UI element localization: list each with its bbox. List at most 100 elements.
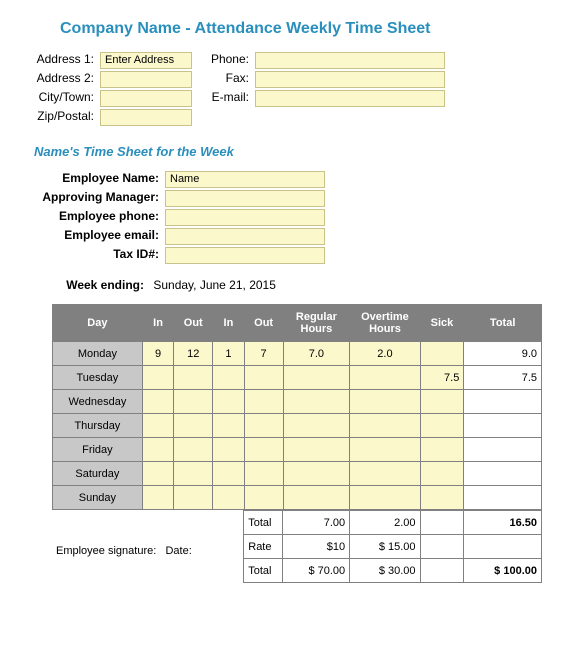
sick-cell[interactable] (420, 462, 464, 486)
reg-cell[interactable] (283, 414, 350, 438)
day-cell: Tuesday (53, 366, 143, 390)
out1-cell[interactable]: 12 (174, 342, 213, 366)
emp-email-label: Employee email: (30, 228, 165, 245)
day-cell: Monday (53, 342, 143, 366)
out2-cell[interactable] (244, 438, 283, 462)
reg-cell[interactable] (283, 390, 350, 414)
sick-cell[interactable] (420, 414, 464, 438)
sick-cell[interactable] (420, 342, 464, 366)
page-title: Company Name - Attendance Weekly Time Sh… (60, 20, 550, 38)
total-cell (464, 390, 542, 414)
in1-cell[interactable] (142, 366, 174, 390)
summary-table: Total 7.00 2.00 16.50 Employee signature… (52, 510, 542, 583)
in2-cell[interactable] (213, 390, 245, 414)
header-out2: Out (244, 305, 283, 342)
timesheet-table: Day In Out In Out Regular Hours Overtime… (52, 304, 542, 510)
emp-name-field[interactable]: Name (165, 171, 325, 188)
out2-cell[interactable] (244, 462, 283, 486)
ot-cell[interactable] (350, 486, 420, 510)
day-cell: Saturday (53, 462, 143, 486)
in1-cell[interactable] (142, 462, 174, 486)
ot-cell[interactable] (350, 414, 420, 438)
header-total: Total (464, 305, 542, 342)
sick-cell[interactable] (420, 390, 464, 414)
out1-cell[interactable] (174, 390, 213, 414)
summary-total-all: 16.50 (464, 511, 542, 535)
reg-cell[interactable] (283, 366, 350, 390)
summary-total-ot: 2.00 (350, 511, 420, 535)
table-row: Sunday (53, 486, 542, 510)
address1-label: Address 1: (30, 52, 100, 69)
employee-info: Employee Name:Name Approving Manager: Em… (30, 171, 550, 264)
out2-cell[interactable]: 7 (244, 342, 283, 366)
ot-cell[interactable] (350, 366, 420, 390)
total-cell: 7.5 (464, 366, 542, 390)
in2-cell[interactable]: 1 (213, 342, 245, 366)
ot-cell[interactable] (350, 390, 420, 414)
reg-cell[interactable] (283, 462, 350, 486)
reg-cell[interactable] (283, 486, 350, 510)
total-cell: 9.0 (464, 342, 542, 366)
day-cell: Wednesday (53, 390, 143, 414)
summary-total-reg: 7.00 (283, 511, 350, 535)
phone-label: Phone: (210, 52, 255, 69)
company-info: Address 1:Enter Address Address 2: City/… (30, 52, 550, 128)
out1-cell[interactable] (174, 414, 213, 438)
ot-cell[interactable] (350, 438, 420, 462)
emp-phone-field[interactable] (165, 209, 325, 226)
email-field[interactable] (255, 90, 445, 107)
header-overtime: Overtime Hours (350, 305, 420, 342)
reg-cell[interactable] (283, 438, 350, 462)
ot-cell[interactable] (350, 462, 420, 486)
in1-cell[interactable] (142, 438, 174, 462)
header-day: Day (53, 305, 143, 342)
in2-cell[interactable] (213, 486, 245, 510)
manager-field[interactable] (165, 190, 325, 207)
zip-field[interactable] (100, 109, 192, 126)
emp-email-field[interactable] (165, 228, 325, 245)
table-row: Friday (53, 438, 542, 462)
in1-cell[interactable]: 9 (142, 342, 174, 366)
day-cell: Friday (53, 438, 143, 462)
total-cell (464, 462, 542, 486)
out1-cell[interactable] (174, 462, 213, 486)
date-label: Date: (165, 545, 191, 557)
summary-total-label: Total (244, 511, 283, 535)
summary-grand-ot: $ 30.00 (350, 559, 420, 583)
day-cell: Thursday (53, 414, 143, 438)
phone-field[interactable] (255, 52, 445, 69)
in2-cell[interactable] (213, 438, 245, 462)
address1-field[interactable]: Enter Address (100, 52, 192, 69)
sick-cell[interactable] (420, 486, 464, 510)
header-sick: Sick (420, 305, 464, 342)
in1-cell[interactable] (142, 486, 174, 510)
address2-label: Address 2: (30, 71, 100, 88)
out2-cell[interactable] (244, 390, 283, 414)
out1-cell[interactable] (174, 438, 213, 462)
city-field[interactable] (100, 90, 192, 107)
fax-field[interactable] (255, 71, 445, 88)
in2-cell[interactable] (213, 414, 245, 438)
summary-grand-all: $ 100.00 (464, 559, 542, 583)
address2-field[interactable] (100, 71, 192, 88)
tax-field[interactable] (165, 247, 325, 264)
out2-cell[interactable] (244, 366, 283, 390)
emp-phone-label: Employee phone: (30, 209, 165, 226)
sick-cell[interactable]: 7.5 (420, 366, 464, 390)
city-label: City/Town: (30, 90, 100, 107)
table-row: Monday912177.02.0 9.0 (53, 342, 542, 366)
total-cell (464, 486, 542, 510)
out1-cell[interactable] (174, 486, 213, 510)
in1-cell[interactable] (142, 414, 174, 438)
sick-cell[interactable] (420, 438, 464, 462)
in2-cell[interactable] (213, 462, 245, 486)
out2-cell[interactable] (244, 486, 283, 510)
in2-cell[interactable] (213, 366, 245, 390)
header-in1: In (142, 305, 174, 342)
out1-cell[interactable] (174, 366, 213, 390)
reg-cell[interactable]: 7.0 (283, 342, 350, 366)
ot-cell[interactable]: 2.0 (350, 342, 420, 366)
in1-cell[interactable] (142, 390, 174, 414)
fax-label: Fax: (210, 71, 255, 88)
out2-cell[interactable] (244, 414, 283, 438)
